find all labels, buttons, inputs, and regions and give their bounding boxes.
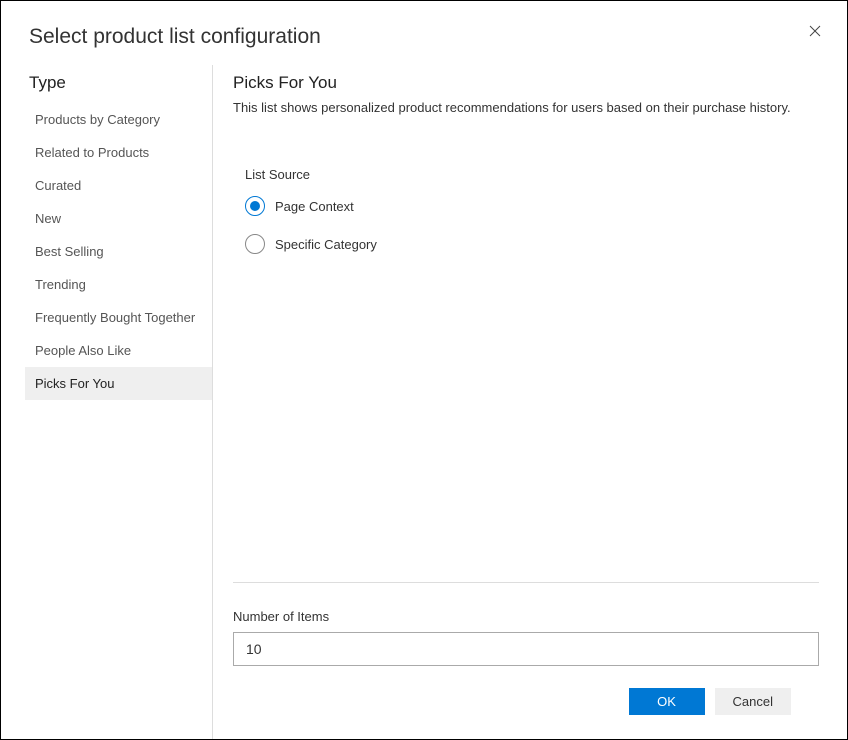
sidebar-item-trending[interactable]: Trending xyxy=(25,268,212,301)
sidebar-item-related-to-products[interactable]: Related to Products xyxy=(25,136,212,169)
close-button[interactable] xyxy=(807,23,823,39)
sidebar-item-new[interactable]: New xyxy=(25,202,212,235)
main-panel: Picks For You This list shows personaliz… xyxy=(213,65,847,739)
radio-icon xyxy=(245,196,265,216)
sidebar-item-best-selling[interactable]: Best Selling xyxy=(25,235,212,268)
radio-page-context-label: Page Context xyxy=(275,199,354,214)
sidebar-title: Type xyxy=(29,73,212,93)
cancel-button[interactable]: Cancel xyxy=(715,688,791,715)
dialog-title: Select product list configuration xyxy=(29,25,819,49)
radio-page-context[interactable]: Page Context xyxy=(245,196,819,216)
ok-button[interactable]: OK xyxy=(629,688,705,715)
main-title: Picks For You xyxy=(233,73,819,93)
type-list: Products by Category Related to Products… xyxy=(29,103,212,400)
radio-icon xyxy=(245,234,265,254)
number-of-items-input[interactable] xyxy=(233,632,819,666)
type-sidebar: Type Products by Category Related to Pro… xyxy=(1,65,213,739)
list-source-label: List Source xyxy=(245,167,819,182)
sidebar-item-picks-for-you[interactable]: Picks For You xyxy=(25,367,212,400)
sidebar-item-frequently-bought-together[interactable]: Frequently Bought Together xyxy=(25,301,212,334)
sidebar-item-people-also-like[interactable]: People Also Like xyxy=(25,334,212,367)
radio-specific-category-label: Specific Category xyxy=(275,237,377,252)
radio-specific-category[interactable]: Specific Category xyxy=(245,234,819,254)
sidebar-item-products-by-category[interactable]: Products by Category xyxy=(25,103,212,136)
main-description: This list shows personalized product rec… xyxy=(233,99,819,117)
close-icon xyxy=(809,25,821,37)
sidebar-item-curated[interactable]: Curated xyxy=(25,169,212,202)
number-of-items-label: Number of Items xyxy=(233,609,819,624)
